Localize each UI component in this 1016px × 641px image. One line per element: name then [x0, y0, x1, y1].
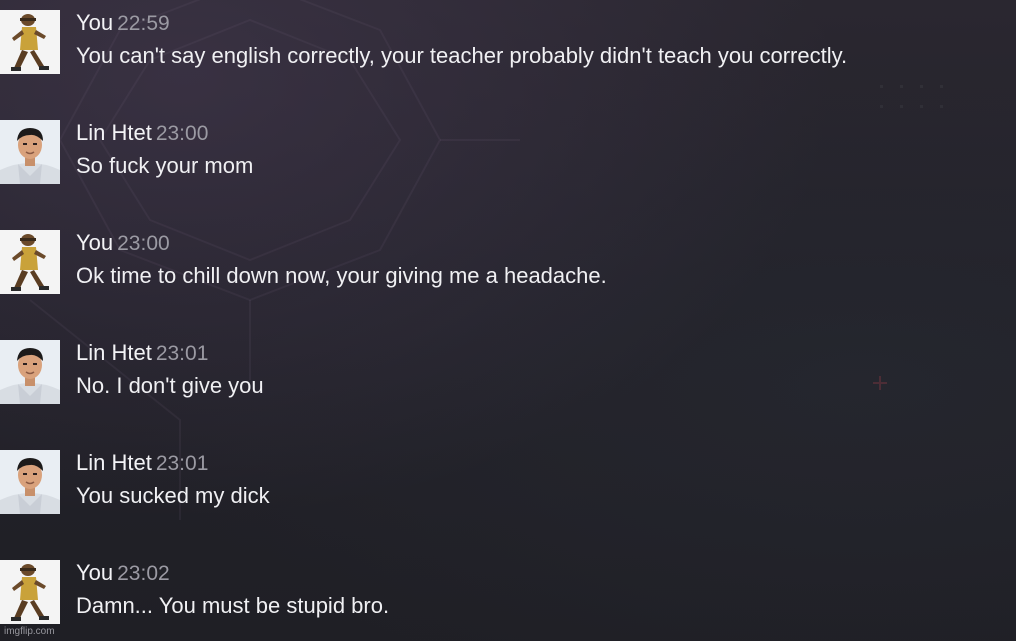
watermark: imgflip.com [4, 626, 55, 637]
message-item: Lin Htet 23:01 You sucked my dick [0, 440, 1016, 520]
message-item: You 23:02 Damn... You must be stupid bro. [0, 550, 1016, 630]
message-author[interactable]: You [76, 560, 113, 585]
message-timestamp: 23:02 [117, 562, 170, 585]
message-timestamp: 23:00 [155, 122, 209, 145]
message-text: Damn... You must be stupid bro. [76, 593, 390, 618]
person-photo-avatar[interactable] [0, 120, 60, 184]
dancing-figure-icon [0, 10, 60, 74]
person-photo-avatar[interactable] [0, 450, 60, 514]
message-item: Lin Htet 23:01 No. I don't give you [0, 330, 1016, 410]
message-text: So fuck your mom [76, 153, 254, 178]
message-timestamp: 23:01 [155, 452, 209, 475]
person-photo-icon [0, 120, 60, 184]
message-text: No. I don't give you [76, 373, 264, 398]
chat-log: You 22:59 You can't say english correctly… [0, 0, 1016, 641]
message-author[interactable]: Lin Htet [76, 340, 152, 365]
dancing-figure-avatar[interactable] [0, 230, 60, 294]
message-author[interactable]: Lin Htet [76, 450, 152, 475]
message-text: Ok time to chill down now, your giving m… [76, 263, 607, 288]
dancing-figure-icon [0, 560, 60, 624]
message-item: Lin Htet 23:00 So fuck your mom [0, 110, 1016, 190]
message-author[interactable]: You [76, 10, 113, 35]
message-header: Lin Htet 23:00 [76, 120, 208, 146]
message-header: You 23:00 [76, 230, 170, 256]
message-timestamp: 22:59 [117, 12, 170, 35]
message-header: You 23:02 [76, 560, 170, 586]
person-photo-icon [0, 340, 60, 404]
message-timestamp: 23:00 [117, 232, 170, 255]
message-text: You sucked my dick [76, 483, 270, 508]
message-author[interactable]: Lin Htet [76, 120, 152, 145]
person-photo-icon [0, 450, 60, 514]
message-header: You 22:59 [76, 10, 170, 36]
dancing-figure-icon [0, 230, 60, 294]
dancing-figure-avatar[interactable] [0, 10, 60, 74]
dancing-figure-avatar[interactable] [0, 560, 60, 624]
message-header: Lin Htet 23:01 [76, 340, 208, 366]
message-timestamp: 23:01 [155, 342, 209, 365]
message-item: You 22:59 You can't say english correctly… [0, 0, 1016, 80]
message-author[interactable]: You [76, 230, 113, 255]
message-text: You can't say english correctly, your te… [76, 43, 848, 68]
person-photo-avatar[interactable] [0, 340, 60, 404]
message-item: You 23:00 Ok time to chill down now, your… [0, 220, 1016, 300]
message-header: Lin Htet 23:01 [76, 450, 208, 476]
